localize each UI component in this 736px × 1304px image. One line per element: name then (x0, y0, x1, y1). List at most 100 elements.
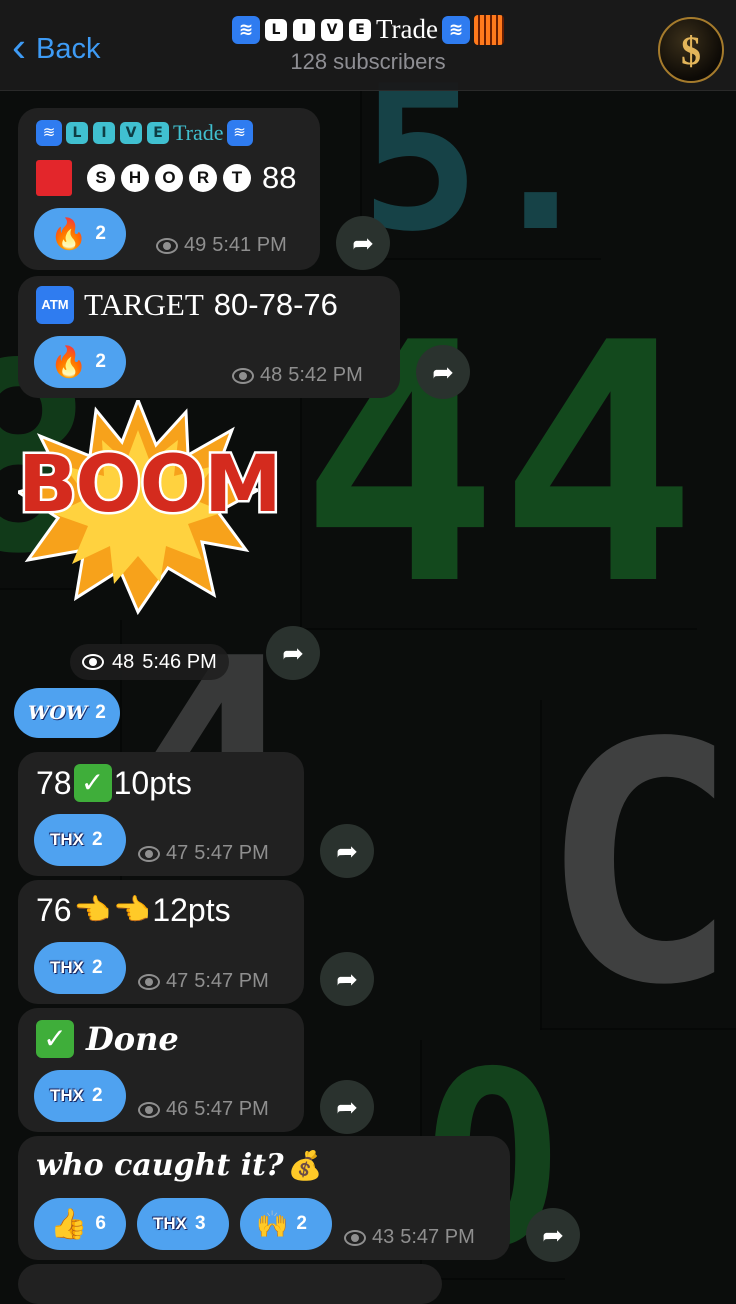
letter-tile: V (120, 122, 142, 144)
letter-circle: H (121, 164, 149, 192)
forward-button[interactable]: ➦ (526, 1208, 580, 1262)
wifi-icon: ≋ (231, 15, 260, 44)
reaction-count: 2 (95, 223, 106, 244)
message-meta: 46 5:47 PM (138, 1098, 269, 1121)
title-word: Trade (375, 14, 438, 44)
reaction-count: 2 (296, 1213, 307, 1234)
forward-button[interactable]: ➦ (320, 824, 374, 878)
reaction-thx[interactable]: THX 3 (137, 1198, 229, 1250)
message-meta: 47 5:47 PM (138, 842, 269, 865)
letter-tile: L (66, 122, 88, 144)
message-bubble[interactable]: ATM TARGET 80-78-76 🔥 2 48 5:42 PM (18, 276, 400, 398)
reaction-count: 3 (195, 1213, 206, 1234)
reaction-thx[interactable]: THX 2 (34, 1070, 126, 1122)
thumbs-up-icon: 👍 (50, 1207, 88, 1241)
chat-header: ‹ Back ≋ L I V E Trade ≋ 128 subscribers… (0, 0, 736, 91)
reaction-fire[interactable]: 🔥 2 (34, 208, 126, 260)
reaction-count: 2 (95, 702, 106, 723)
title-letter: I (292, 18, 315, 41)
message-bubble[interactable]: ✓ Done THX 2 46 5:47 PM (18, 1008, 304, 1132)
dollar-sign-icon (474, 14, 504, 45)
channel-title: ≋ L I V E Trade ≋ (170, 14, 566, 45)
dollar-avatar-glyph: $ (681, 27, 701, 73)
check-mark-icon: ✓ (36, 1020, 74, 1058)
reaction-raised-hands[interactable]: 🙌 2 (240, 1198, 332, 1250)
reaction-wow[interactable]: WOW 2 (14, 688, 120, 738)
points-text: 10pts (113, 764, 192, 801)
forward-button[interactable]: ➦ (320, 952, 374, 1006)
letter-circle: O (155, 164, 183, 192)
share-arrow-icon: ➦ (352, 227, 374, 258)
message-time: 5:47 PM (194, 842, 269, 864)
channel-avatar[interactable]: $ (658, 17, 724, 83)
reaction-thx[interactable]: THX 2 (34, 814, 126, 866)
forward-button[interactable]: ➦ (320, 1080, 374, 1134)
target-word: TARGET (84, 287, 204, 322)
message-meta: 49 5:41 PM (156, 234, 287, 257)
share-arrow-icon: ➦ (432, 356, 454, 387)
share-arrow-icon: ➦ (336, 963, 358, 994)
message-bubble[interactable]: ≋ L I V E Trade ≋ S H O R T 88 🔥 2 49 5:… (18, 108, 320, 270)
message-line: ≋ L I V E Trade ≋ (36, 120, 253, 146)
message-bubble[interactable]: 78 ✓ 10pts THX 2 47 5:47 PM (18, 752, 304, 876)
question-text: who caught it? (36, 1148, 284, 1183)
wifi-icon: ≋ (442, 15, 470, 44)
eye-icon (82, 654, 104, 670)
message-line: ATM TARGET 80-78-76 (36, 286, 338, 324)
message-line: 76 👈 👈 12pts (36, 892, 231, 929)
fire-icon: 🔥 (50, 217, 88, 251)
red-square-icon (36, 160, 72, 196)
raised-hands-icon: 🙌 (256, 1208, 289, 1239)
check-mark-icon: ✓ (73, 764, 112, 802)
message-line: S H O R T 88 (36, 160, 296, 196)
message-line: who caught it? 💰 (36, 1148, 322, 1183)
reaction-count: 2 (92, 1085, 103, 1106)
message-time: 5:47 PM (400, 1226, 475, 1248)
forward-button[interactable]: ➦ (416, 345, 470, 399)
channel-title-area[interactable]: ≋ L I V E Trade ≋ 128 subscribers (170, 14, 566, 75)
view-count: 48 (112, 650, 135, 673)
thx-sticker-icon: THX (50, 830, 84, 849)
view-count: 49 (184, 234, 207, 256)
wifi-icon: ≋ (226, 120, 253, 146)
done-text: Done (86, 1020, 179, 1058)
message-time: 5:47 PM (194, 1098, 269, 1120)
back-button[interactable]: ‹ Back (12, 23, 101, 70)
view-count: 43 (372, 1226, 395, 1248)
message-bubble[interactable]: who caught it? 💰 👍 6 THX 3 🙌 2 43 5:47 P… (18, 1136, 510, 1260)
share-arrow-icon: ➦ (542, 1219, 564, 1250)
message-bubble[interactable] (18, 1264, 442, 1304)
title-letter: V (320, 18, 343, 41)
message-line: ✓ Done (36, 1020, 179, 1058)
letter-circle: R (189, 164, 217, 192)
message-time: 5:41 PM (212, 234, 287, 256)
reaction-count: 6 (95, 1213, 106, 1234)
pointing-hand-icon: 👈 (73, 894, 111, 927)
reaction-fire[interactable]: 🔥 2 (34, 336, 126, 388)
thx-sticker-icon: THX (153, 1214, 187, 1233)
subscriber-count: 128 subscribers (290, 49, 446, 74)
message-time: 5:42 PM (288, 364, 363, 386)
reaction-thumbs-up[interactable]: 👍 6 (34, 1198, 126, 1250)
forward-button[interactable]: ➦ (266, 626, 320, 680)
forward-button[interactable]: ➦ (336, 216, 390, 270)
chevron-left-icon: ‹ (12, 23, 26, 70)
target-value: 80-78-76 (213, 287, 338, 322)
reaction-thx[interactable]: THX 2 (34, 942, 126, 994)
eye-icon (138, 845, 160, 862)
reaction-count: 2 (95, 351, 106, 372)
back-label: Back (36, 32, 101, 65)
trade-word: Trade (173, 120, 224, 145)
share-arrow-icon: ➦ (336, 835, 358, 866)
eye-icon (232, 367, 254, 384)
title-letter: L (264, 18, 287, 41)
short-number: 88 (262, 160, 297, 195)
message-time: 5:47 PM (194, 970, 269, 992)
thx-sticker-icon: THX (50, 958, 84, 977)
reaction-count: 2 (92, 957, 103, 978)
pointing-hand-icon: 👈 (112, 894, 151, 927)
wifi-icon: ≋ (36, 120, 62, 146)
message-bubble[interactable]: 76 👈 👈 12pts THX 2 47 5:47 PM (18, 880, 304, 1004)
boom-sticker[interactable]: BOOM (16, 400, 284, 615)
money-bag-icon: 💰 (287, 1150, 323, 1181)
